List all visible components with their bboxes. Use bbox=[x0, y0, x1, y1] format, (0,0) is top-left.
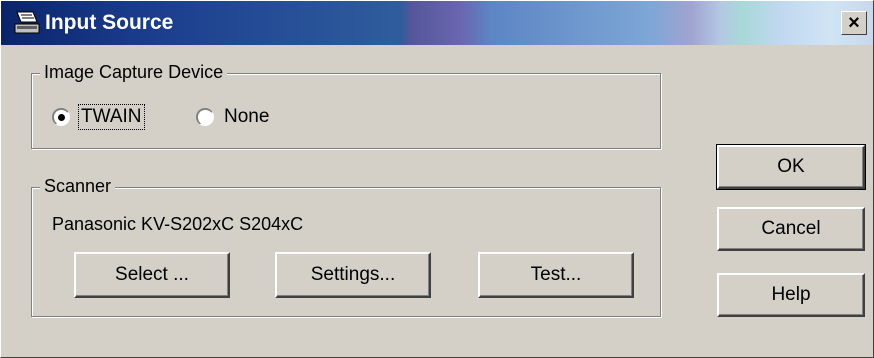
close-button[interactable]: × bbox=[841, 11, 867, 35]
none-radio[interactable]: None bbox=[196, 106, 269, 128]
input-source-dialog: Input Source × Image Capture Device TWAI… bbox=[0, 0, 874, 358]
settings-button[interactable]: Settings... bbox=[275, 252, 431, 298]
twain-radio-label[interactable]: TWAIN bbox=[78, 104, 145, 130]
scanner-device-name: Panasonic KV-S202xC S204xC bbox=[52, 214, 304, 234]
scanner-group: Scanner Panasonic KV-S202xC S204xC Selec… bbox=[31, 176, 661, 317]
close-icon: × bbox=[848, 12, 860, 34]
scanner-icon bbox=[13, 10, 41, 36]
cancel-button[interactable]: Cancel bbox=[717, 207, 865, 251]
image-capture-device-group: Image Capture Device TWAIN None bbox=[31, 62, 661, 149]
title-bar[interactable]: Input Source × bbox=[1, 1, 873, 45]
select-button[interactable]: Select ... bbox=[74, 252, 230, 298]
help-button[interactable]: Help bbox=[717, 273, 865, 317]
none-radio-label[interactable]: None bbox=[224, 106, 269, 128]
twain-radio[interactable]: TWAIN bbox=[52, 104, 145, 130]
none-radio-indicator[interactable] bbox=[196, 108, 214, 126]
scanner-legend: Scanner bbox=[40, 176, 116, 197]
window-title: Input Source bbox=[45, 11, 174, 34]
test-button[interactable]: Test... bbox=[478, 252, 634, 298]
ok-button[interactable]: OK bbox=[716, 144, 866, 190]
twain-radio-indicator[interactable] bbox=[52, 108, 70, 126]
image-capture-device-legend: Image Capture Device bbox=[40, 62, 228, 83]
